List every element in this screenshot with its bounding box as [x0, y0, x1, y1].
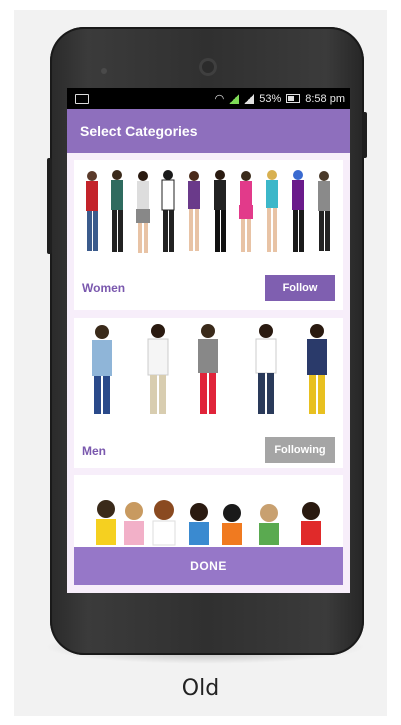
battery-percent: 53%: [259, 92, 282, 105]
volume-button: [47, 158, 52, 254]
category-card-men[interactable]: Men Following: [74, 318, 343, 468]
signal-icon: [229, 93, 240, 104]
battery-icon: [286, 94, 301, 103]
caption: Old: [181, 676, 220, 701]
front-camera: [199, 58, 217, 76]
status-right: ◠ 53% 8:58 pm: [214, 92, 345, 106]
app-bar: Select Categories: [67, 109, 350, 153]
phone-screen: ◠ 53% 8:58 pm Select Categories Women Fo…: [67, 88, 350, 593]
status-bar: ◠ 53% 8:58 pm: [67, 88, 350, 109]
done-button[interactable]: DONE: [74, 547, 343, 585]
wifi-icon: ◠: [214, 93, 225, 105]
clock: 8:58 pm: [305, 92, 345, 105]
page-title: Select Categories: [80, 123, 198, 139]
category-list[interactable]: Women Follow Men Following DONE: [67, 153, 350, 593]
men-photo-image: [74, 318, 343, 420]
sensor-dot: [101, 68, 107, 74]
men-photo: [74, 318, 343, 420]
following-button-men[interactable]: Following: [265, 437, 335, 463]
category-label-women: Women: [82, 281, 126, 295]
notification-icon: [75, 93, 89, 104]
follow-button-women[interactable]: Follow: [265, 275, 335, 301]
signal-icon-2: [244, 93, 255, 104]
category-label-men: Men: [82, 444, 106, 458]
women-photo-image: [74, 160, 343, 262]
power-button: [362, 112, 367, 158]
category-card-women[interactable]: Women Follow: [74, 160, 343, 310]
women-photo: [74, 160, 343, 262]
